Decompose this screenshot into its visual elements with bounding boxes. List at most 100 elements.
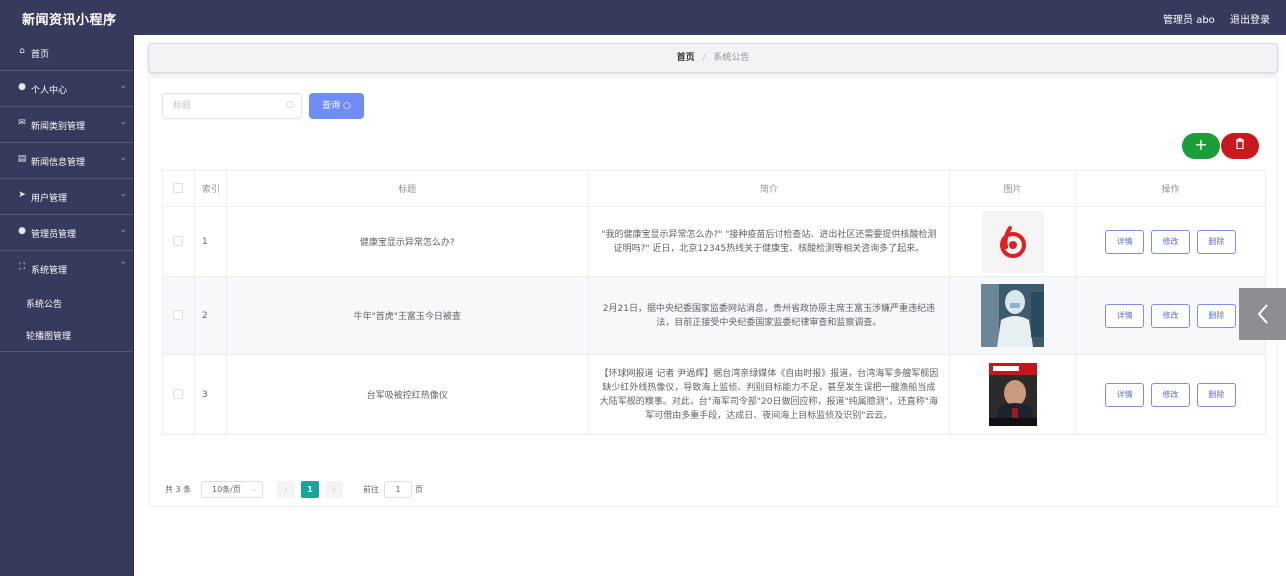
header-user-area: 管理员 abo 退出登录 <box>1151 11 1270 26</box>
row-index: 1 <box>193 206 227 277</box>
sidebar-item-personal-center[interactable]: ● 个人中心 ⌄ <box>0 71 133 107</box>
row-title: 台军吸被控红热像仪 <box>225 354 589 435</box>
search-input[interactable] <box>173 95 283 117</box>
prev-page-button[interactable]: ‹ <box>277 481 295 498</box>
chevron-down-icon: ⌄ <box>251 485 257 493</box>
row-actions: 详情 修改 删除 <box>1075 354 1266 435</box>
sidebar-item-user-management[interactable]: ➤ 用户管理 ⌄ <box>0 179 133 215</box>
sidebar-item-label: 个人中心 <box>31 86 68 96</box>
chevron-down-icon: ⌄ <box>119 117 127 127</box>
logout-link[interactable]: 退出登录 <box>1230 15 1270 26</box>
detail-button[interactable]: 详情 <box>1105 382 1145 407</box>
breadcrumb-separator: / <box>702 53 706 63</box>
sidebar-subitem-label: 系统公告 <box>26 300 63 310</box>
home-icon: ⌂ <box>19 46 25 56</box>
delete-button[interactable]: 删除 <box>1196 382 1236 407</box>
sidebar-subitem-label: 轮播图管理 <box>26 332 72 342</box>
row-intro: "我的健康宝显示异常怎么办?" "接种疫苗后讨检查站、进出社区还需要提供核酸检测… <box>587 206 951 277</box>
row-index: 2 <box>193 276 227 355</box>
system-submenu: 系统公告 轮播图管理 <box>0 287 133 352</box>
column-header-image: 图片 <box>949 170 1077 207</box>
page-size-value: 10条/页 <box>212 485 241 494</box>
sidebar-item-home[interactable]: ⌂ 首页 <box>0 35 133 71</box>
chevron-left-icon: ‹ <box>284 485 288 494</box>
query-button[interactable]: 查询 ○ <box>309 93 364 119</box>
detail-button[interactable]: 详情 <box>1105 229 1145 254</box>
table-row: 3 台军吸被控红热像仪 【环球网报道 记者 尹過辉】据台湾亲绿媒体《自由时报》报… <box>162 354 1266 435</box>
row-intro: 【环球网报道 记者 尹過辉】据台湾亲绿媒体《自由时报》报道，台湾海军多艘军舰因缺… <box>587 354 951 435</box>
trash-icon <box>1236 138 1244 150</box>
sidebar-item-label: 首页 <box>31 50 50 60</box>
announcement-table: 索引 标题 简介 图片 操作 1 健康宝显示异常怎么办? "我的健康宝显示异常怎… <box>162 170 1266 435</box>
edit-button[interactable]: 修改 <box>1151 229 1191 254</box>
batch-delete-button[interactable] <box>1221 133 1259 159</box>
admin-icon: ● <box>18 226 26 236</box>
sidebar-item-system-management[interactable]: ⛶ 系统管理 ⌃ <box>0 251 133 287</box>
user-icon: ● <box>18 82 26 92</box>
delete-button[interactable]: 删除 <box>1196 229 1236 254</box>
row-checkbox[interactable] <box>173 389 184 400</box>
row-title: 牛年"首虎"王富玉今日被查 <box>225 276 589 355</box>
sidebar-item-admin-management[interactable]: ● 管理员管理 ⌄ <box>0 215 133 251</box>
row-checkbox[interactable] <box>173 236 184 247</box>
column-header-title: 标题 <box>225 170 589 207</box>
query-button-label: 查询 <box>322 101 341 111</box>
row-actions: 详情 修改 删除 <box>1075 206 1266 277</box>
breadcrumb-home[interactable]: 首页 <box>677 53 695 63</box>
row-title: 健康宝显示异常怎么办? <box>225 206 589 277</box>
chevron-down-icon: ⌄ <box>119 189 127 199</box>
content-panel: ○ 查询 ○ + 索引 标题 简介 图片 <box>148 77 1278 507</box>
document-icon: ▤ <box>17 154 27 164</box>
table-row: 1 健康宝显示异常怎么办? "我的健康宝显示异常怎么办?" "接种疫苗后讨检查站… <box>162 206 1266 277</box>
sidebar-subitem-carousel[interactable]: 轮播图管理 <box>0 319 133 351</box>
sidebar: ⌂ 首页 ● 个人中心 ⌄ ✉ 新闻类别管理 ⌄ ▤ 新闻信息管理 ⌄ ➤ 用户… <box>0 35 134 576</box>
column-header-operations: 操作 <box>1075 170 1266 207</box>
select-all-checkbox[interactable] <box>173 183 184 194</box>
search-field: ○ <box>162 93 302 119</box>
next-page-button[interactable]: › <box>325 481 343 498</box>
breadcrumb: 首页 / 系统公告 <box>148 43 1278 73</box>
chevron-down-icon: ⌄ <box>119 225 127 235</box>
netease-logo-image[interactable] <box>981 210 1044 273</box>
delete-button[interactable]: 删除 <box>1196 303 1236 328</box>
row-image-cell <box>949 206 1077 277</box>
sidebar-item-news-category[interactable]: ✉ 新闻类别管理 ⌄ <box>0 107 133 143</box>
sidebar-item-label: 管理员管理 <box>31 230 77 240</box>
row-select-cell <box>162 206 195 277</box>
mail-icon: ✉ <box>18 118 26 128</box>
chevron-down-icon: ⌄ <box>119 153 127 163</box>
pagination-total: 共 3 条 <box>165 485 192 494</box>
protective-suit-photo-image[interactable] <box>981 284 1045 347</box>
page-size-select[interactable]: 10条/页 ⌄ <box>201 481 263 498</box>
page-number-current[interactable]: 1 <box>301 481 319 498</box>
column-header-intro: 简介 <box>587 170 951 207</box>
edit-button[interactable]: 修改 <box>1151 382 1191 407</box>
row-select-cell <box>162 354 195 435</box>
sidebar-item-label: 新闻信息管理 <box>31 158 86 168</box>
select-all-cell <box>162 170 195 207</box>
chevron-left-icon <box>1257 304 1268 324</box>
chevron-right-icon: › <box>332 485 336 494</box>
table-row: 2 牛年"首虎"王富玉今日被查 2月21日，据中央纪委国家监委网站消息，贵州省政… <box>162 276 1266 355</box>
row-image-cell <box>949 276 1077 355</box>
edit-button[interactable]: 修改 <box>1151 303 1191 328</box>
sidebar-item-news-info[interactable]: ▤ 新闻信息管理 ⌄ <box>0 143 133 179</box>
row-image-cell <box>949 354 1077 435</box>
main-area: 首页 / 系统公告 ○ 查询 ○ + <box>135 35 1286 576</box>
goto-page-input[interactable] <box>384 481 412 498</box>
add-button[interactable]: + <box>1182 133 1220 159</box>
row-checkbox[interactable] <box>173 310 184 321</box>
column-header-index: 索引 <box>193 170 227 207</box>
sidebar-subitem-announcement[interactable]: 系统公告 <box>0 287 133 319</box>
table-header-row: 索引 标题 简介 图片 操作 <box>162 170 1266 207</box>
detail-button[interactable]: 详情 <box>1105 303 1145 328</box>
collapse-panel-button[interactable] <box>1239 288 1286 340</box>
chevron-up-icon: ⌃ <box>119 261 127 271</box>
sidebar-item-label: 系统管理 <box>31 266 68 276</box>
top-bar: 新闻资讯小程序 管理员 abo 退出登录 <box>0 0 1286 35</box>
sidebar-item-label: 用户管理 <box>31 194 68 204</box>
magazine-cover-image[interactable] <box>988 363 1037 426</box>
app-title: 新闻资讯小程序 <box>22 13 117 28</box>
admin-user-label[interactable]: 管理员 abo <box>1163 15 1215 26</box>
sidebar-item-label: 新闻类别管理 <box>31 122 86 132</box>
